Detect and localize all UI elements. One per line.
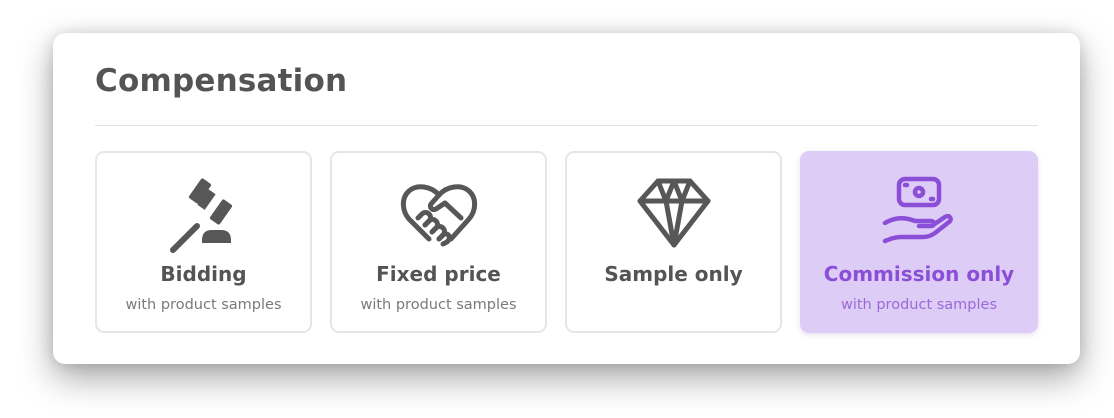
option-subtitle: with product samples — [125, 297, 282, 313]
option-sample-only[interactable]: Sample only — [565, 151, 782, 333]
option-label: Sample only — [604, 262, 743, 286]
gavel-icon — [164, 173, 244, 253]
handshake-icon — [399, 173, 479, 253]
diamond-icon — [634, 173, 714, 253]
option-label: Fixed price — [376, 262, 501, 286]
compensation-options: Bidding with product samples Fixed price… — [95, 151, 1038, 333]
option-label: Commission only — [823, 262, 1015, 286]
option-commission-only[interactable]: Commission only with product samples — [800, 151, 1038, 333]
option-subtitle: with product samples — [840, 297, 998, 313]
section-title: Compensation — [95, 63, 348, 99]
compensation-card: Compensation Bidding with product sample… — [53, 33, 1080, 364]
option-label: Bidding — [160, 262, 247, 286]
money-in-hand-icon — [879, 173, 959, 253]
divider — [95, 125, 1038, 126]
option-bidding[interactable]: Bidding with product samples — [95, 151, 312, 333]
option-subtitle: with product samples — [360, 297, 517, 313]
option-fixed-price[interactable]: Fixed price with product samples — [330, 151, 547, 333]
